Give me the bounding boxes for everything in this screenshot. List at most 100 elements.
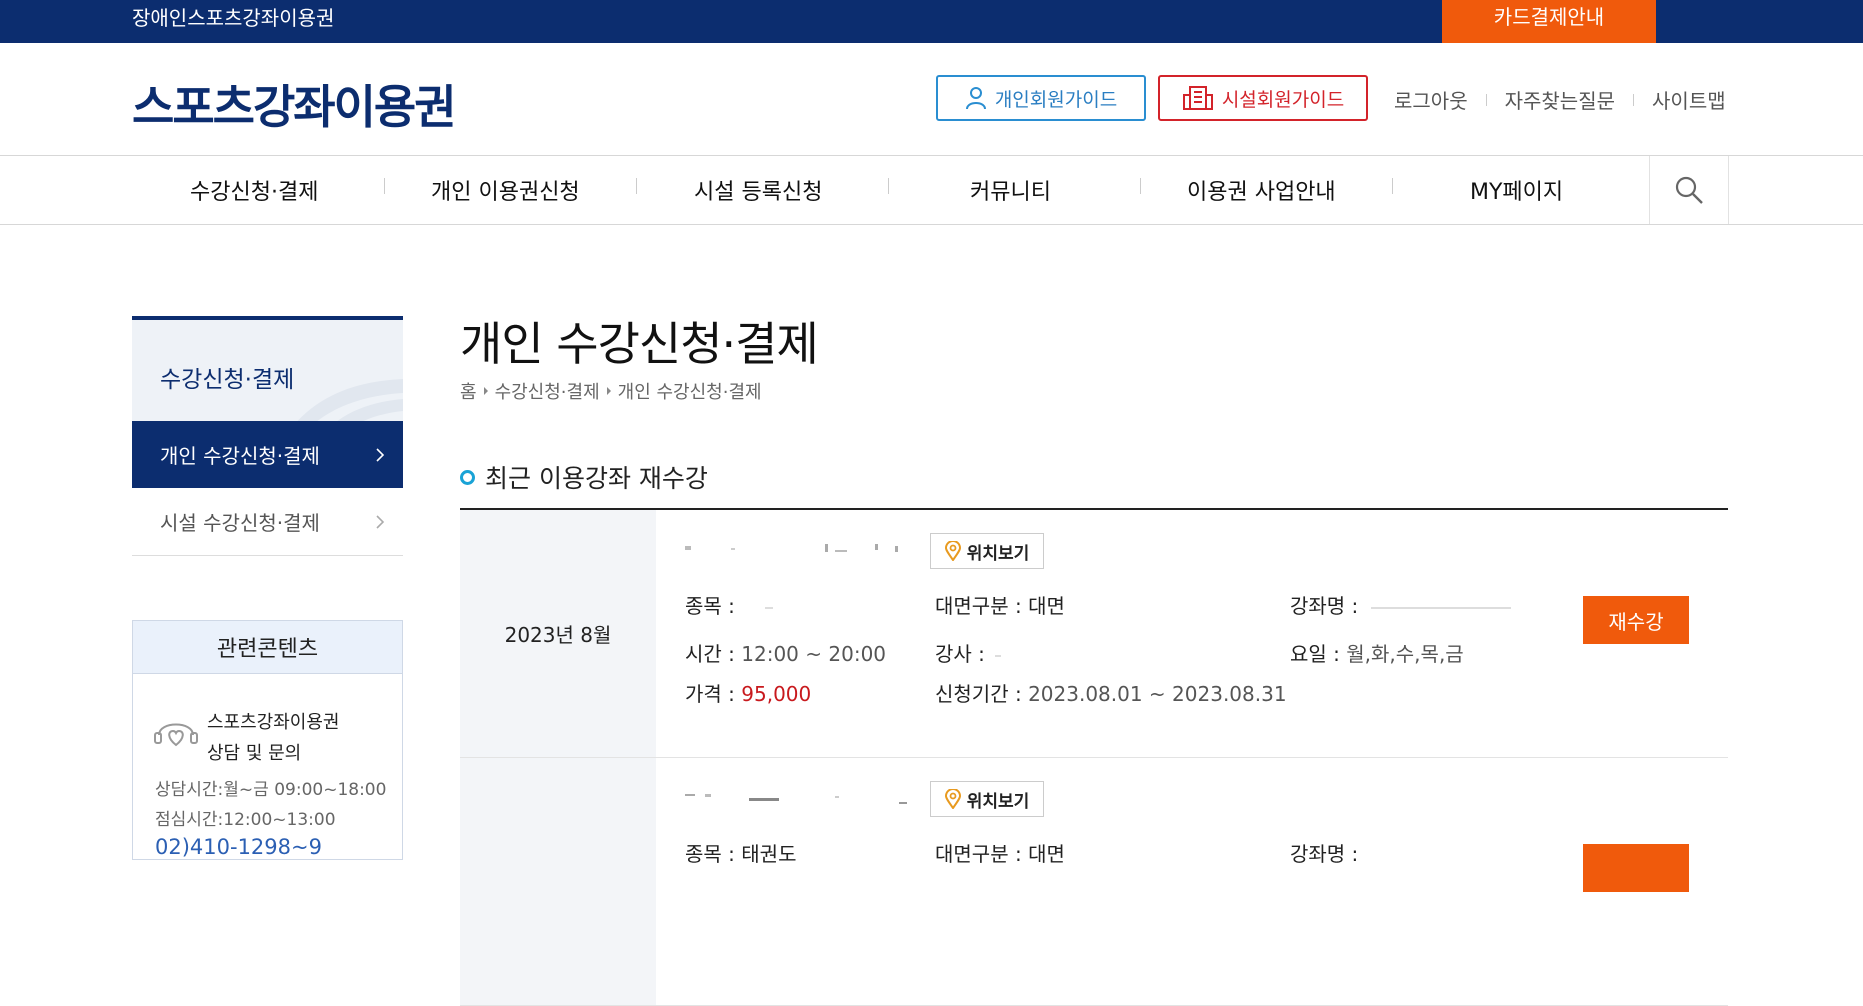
nav-divider xyxy=(1140,178,1141,194)
related-contents: 관련콘텐츠 스포츠강좌이용권 상담 및 문의 상담시간:월~금 09:00~18… xyxy=(132,620,403,860)
decorative-swoosh-icon xyxy=(297,379,403,421)
search-icon xyxy=(1675,176,1703,204)
chevron-right-icon xyxy=(376,514,385,529)
heart-headset-icon xyxy=(154,723,198,747)
consult-hours: 상담시간:월~금 09:00~18:00 점심시간:12:00~13:00 xyxy=(155,775,386,835)
related-contents-title: 관련콘텐츠 xyxy=(133,621,402,674)
course-row: 위치보기 종목 : 태권도 대면구분 : 대면 강좌명 : xyxy=(460,758,1728,1006)
side-menu-title: 수강신청·결제 xyxy=(160,367,295,393)
course-date: 2023년 8월 xyxy=(460,510,656,757)
map-pin-icon xyxy=(944,789,961,809)
field-label: 강사 : xyxy=(935,642,985,666)
consult-line: 상담 및 문의 xyxy=(207,743,302,764)
breadcrumb-arrow-icon xyxy=(606,387,611,395)
personal-guide-button[interactable]: 개인회원가이드 xyxy=(936,75,1146,121)
course-name-field: 강좌명 : xyxy=(1290,590,1511,619)
course-row: 2023년 8월 위치보기 종목 : 시간 : 12:00 ~ 20:00 가격… xyxy=(460,510,1728,758)
main-nav: 수강신청·결제 개인 이용권신청 시설 등록신청 커뮤니티 이용권 사업안내 M… xyxy=(0,156,1863,225)
mode-field: 대면구분 : 대면 xyxy=(935,590,1065,619)
logo[interactable]: 스포츠강좌이용권 xyxy=(132,71,457,137)
facility-guide-label: 시설회원가이드 xyxy=(1221,88,1345,111)
nav-item-personal-voucher[interactable]: 개인 이용권신청 xyxy=(431,156,580,224)
nav-item-community[interactable]: 커뮤니티 xyxy=(970,156,1051,224)
breadcrumb-home[interactable]: 홈 xyxy=(460,378,477,404)
resubscribe-button[interactable] xyxy=(1583,844,1689,892)
field-label: 강좌명 : xyxy=(1290,842,1359,866)
logout-link[interactable]: 로그아웃 xyxy=(1394,85,1468,114)
consult-phone[interactable]: 02)410-1298~9 xyxy=(155,835,322,859)
redacted-value xyxy=(995,654,1002,657)
nav-item-business-info[interactable]: 이용권 사업안내 xyxy=(1187,156,1336,224)
nav-item-mypage[interactable]: MY페이지 xyxy=(1470,156,1563,224)
nav-divider xyxy=(384,178,385,194)
location-button-label: 위치보기 xyxy=(966,791,1030,812)
course-name-field: 강좌명 : xyxy=(1290,838,1358,867)
bullet-icon xyxy=(460,469,475,485)
nav-item-facility-registration[interactable]: 시설 등록신청 xyxy=(694,156,822,224)
side-menu: 수강신청·결제 개인 수강신청·결제 시설 수강신청·결제 xyxy=(132,316,403,556)
field-label: 강좌명 : xyxy=(1290,594,1359,618)
side-menu-header: 수강신청·결제 xyxy=(132,316,403,421)
course-date xyxy=(460,758,656,1005)
chevron-right-icon xyxy=(376,447,385,462)
instructor-field: 강사 : xyxy=(935,638,1002,667)
utility-links: 로그아웃 자주찾는질문 사이트맵 xyxy=(1394,85,1726,114)
personal-guide-label: 개인회원가이드 xyxy=(994,88,1118,111)
map-pin-icon xyxy=(944,541,961,561)
field-label: 대면구분 : xyxy=(935,594,1022,618)
header: 스포츠강좌이용권 개인회원가이드 시설회원가이드 로그아웃 자주찾는질문 사이트… xyxy=(0,43,1863,156)
sport-field: 종목 : xyxy=(685,590,774,619)
breadcrumb-item[interactable]: 수강신청·결제 xyxy=(495,378,600,404)
facility-guide-button[interactable]: 시설회원가이드 xyxy=(1158,75,1368,121)
section-title: 최근 이용강좌 재수강 xyxy=(460,459,708,495)
site-label[interactable]: 장애인스포츠강좌이용권 xyxy=(132,2,334,31)
field-label: 시간 : xyxy=(685,642,735,666)
redacted-course-name xyxy=(685,544,898,552)
faq-link[interactable]: 자주찾는질문 xyxy=(1505,85,1615,114)
days-value: 월,화,수,목,금 xyxy=(1346,642,1464,666)
period-field: 신청기간 : 2023.08.01 ~ 2023.08.31 xyxy=(935,678,1287,707)
divider xyxy=(1633,93,1635,106)
hours-line: 상담시간:월~금 09:00~18:00 xyxy=(155,780,387,800)
nav-divider xyxy=(1392,178,1393,194)
search-button[interactable] xyxy=(1649,156,1729,224)
breadcrumb: 홈 수강신청·결제 개인 수강신청·결제 xyxy=(460,378,762,404)
sitemap-link[interactable]: 사이트맵 xyxy=(1652,85,1726,114)
mode-value: 대면 xyxy=(1028,842,1065,866)
card-payment-button[interactable]: 카드결제안내 xyxy=(1442,0,1656,43)
building-icon xyxy=(1182,86,1213,110)
section-title-text: 최근 이용강좌 재수강 xyxy=(485,464,708,493)
side-menu-item-facility[interactable]: 시설 수강신청·결제 xyxy=(132,488,403,556)
side-menu-item-personal[interactable]: 개인 수강신청·결제 xyxy=(132,421,403,488)
redacted-value xyxy=(765,606,774,609)
price-value: 95,000 xyxy=(741,682,812,706)
sport-value: 태권도 xyxy=(741,842,797,866)
location-button[interactable]: 위치보기 xyxy=(930,781,1044,817)
field-label: 대면구분 : xyxy=(935,842,1022,866)
top-bar: 장애인스포츠강좌이용권 카드결제안내 xyxy=(0,0,1863,43)
redacted-value xyxy=(1370,606,1511,609)
hours-line: 점심시간:12:00~13:00 xyxy=(155,810,336,830)
field-label: 요일 : xyxy=(1290,642,1340,666)
nav-divider xyxy=(888,178,889,194)
breadcrumb-arrow-icon xyxy=(483,387,488,395)
location-button[interactable]: 위치보기 xyxy=(930,533,1044,569)
time-value: 12:00 ~ 20:00 xyxy=(741,642,887,666)
mode-value: 대면 xyxy=(1028,594,1065,618)
nav-item-course-payment[interactable]: 수강신청·결제 xyxy=(190,156,318,224)
consult-info: 스포츠강좌이용권 상담 및 문의 xyxy=(207,707,339,769)
nav-divider xyxy=(636,178,637,194)
price-field: 가격 : 95,000 xyxy=(685,678,811,707)
page-title: 개인 수강신청·결제 xyxy=(460,317,819,371)
mode-field: 대면구분 : 대면 xyxy=(935,838,1065,867)
breadcrumb-current[interactable]: 개인 수강신청·결제 xyxy=(618,378,762,404)
time-field: 시간 : 12:00 ~ 20:00 xyxy=(685,638,886,667)
days-field: 요일 : 월,화,수,목,금 xyxy=(1290,638,1464,667)
side-menu-item-label: 개인 수강신청·결제 xyxy=(160,444,320,468)
resubscribe-button[interactable]: 재수강 xyxy=(1583,596,1689,644)
period-value: 2023.08.01 ~ 2023.08.31 xyxy=(1028,682,1287,706)
person-icon xyxy=(965,87,986,110)
side-menu-item-label: 시설 수강신청·결제 xyxy=(160,511,320,535)
field-label: 종목 : xyxy=(685,594,735,618)
field-label: 가격 : xyxy=(685,682,735,706)
